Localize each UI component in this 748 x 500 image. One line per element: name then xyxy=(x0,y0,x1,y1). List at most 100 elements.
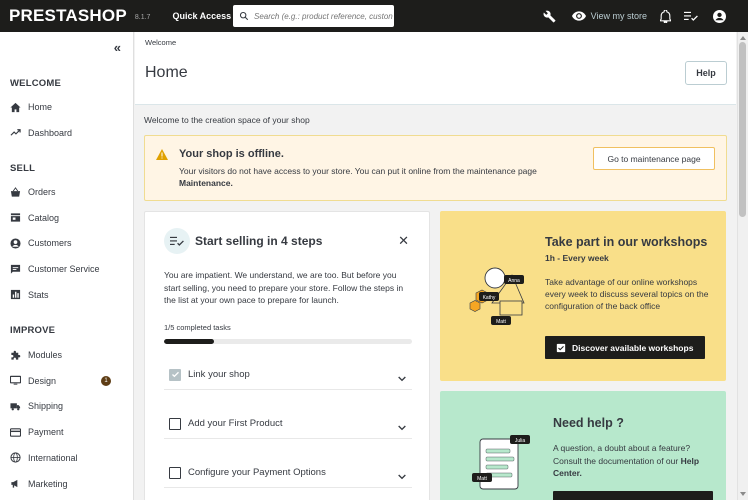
progress-bar-fill xyxy=(164,339,214,344)
account-circle-icon xyxy=(10,238,21,249)
chevron-down-icon[interactable] xyxy=(398,371,406,385)
globe-icon xyxy=(10,452,21,463)
scroll-down-arrow-icon[interactable] xyxy=(739,490,746,497)
basket-icon xyxy=(10,186,21,198)
search-box[interactable] xyxy=(233,5,394,27)
help-card-description: A question, a doubt about a feature? Con… xyxy=(553,442,713,480)
chevron-down-icon[interactable] xyxy=(398,420,406,434)
search-icon xyxy=(239,11,249,21)
help-illustration: Julia Matt xyxy=(472,435,530,490)
sidebar-item-label: Customer Service xyxy=(28,264,100,275)
sidebar-item-orders[interactable]: Orders xyxy=(10,183,130,201)
sidebar-item-label: Catalog xyxy=(28,212,60,223)
page-header: Welcome Home Help xyxy=(135,32,736,105)
need-help-card: Julia Matt Need help ? A question, a dou… xyxy=(440,391,726,500)
wrench-icon[interactable] xyxy=(543,10,556,23)
steps-title: Start selling in 4 steps xyxy=(195,234,323,248)
quick-access-menu[interactable]: Quick Access xyxy=(172,11,242,21)
sidebar-item-stats[interactable]: Stats xyxy=(10,286,130,304)
welcome-text: Welcome to the creation space of your sh… xyxy=(144,115,310,125)
discover-workshops-label: Discover available workshops xyxy=(572,342,694,353)
sidebar-item-label: Home xyxy=(28,102,53,112)
quick-access-label: Quick Access xyxy=(172,11,232,21)
go-to-maintenance-button[interactable]: Go to maintenance page xyxy=(593,147,715,170)
task-item[interactable]: Link your shop xyxy=(164,360,412,390)
sidebar-item-label: International xyxy=(28,452,78,463)
workshop-subtitle: 1h - Every week xyxy=(545,253,609,263)
sidebar-item-dashboard[interactable]: Dashboard xyxy=(10,124,130,142)
home-icon xyxy=(10,102,21,113)
workshop-illustration: Anna Kathy Matt xyxy=(469,267,525,325)
sidebar-item-design[interactable]: Design xyxy=(10,372,130,390)
megaphone-icon xyxy=(10,478,21,489)
help-button[interactable]: Help xyxy=(685,61,727,85)
sidebar-item-label: Customers xyxy=(28,238,72,249)
sidebar-item-international[interactable]: International xyxy=(10,449,130,467)
checklist-icon[interactable] xyxy=(684,11,698,22)
sidebar-item-customers[interactable]: Customers xyxy=(10,234,130,252)
steps-description: You are impatient. We understand, we are… xyxy=(164,270,404,305)
breadcrumb[interactable]: Welcome xyxy=(145,38,176,47)
discover-workshops-button[interactable]: Discover available workshops xyxy=(545,336,705,359)
sidebar-item-label: Orders xyxy=(28,187,56,197)
task-item[interactable]: Configure your Payment Options xyxy=(164,458,412,488)
desktop-icon xyxy=(10,375,21,386)
truck-icon xyxy=(10,401,21,412)
help-card-title: Need help ? xyxy=(553,416,624,430)
prestashop-logo[interactable]: PRESTASHOP xyxy=(9,6,127,26)
sidebar-item-label: Shipping xyxy=(28,401,64,412)
sidebar-item-customer-service[interactable]: Customer Service xyxy=(10,260,130,278)
sidebar-item-payment[interactable]: Payment xyxy=(10,423,130,441)
version-label: 8.1.7 xyxy=(134,13,151,21)
calendar-check-icon xyxy=(556,343,566,352)
scroll-up-arrow-icon[interactable] xyxy=(739,34,746,41)
alert-message: Your visitors do not have access to your… xyxy=(179,166,537,176)
sidebar-item-label: Dashboard xyxy=(28,127,73,138)
chevron-down-icon[interactable] xyxy=(398,469,406,483)
task-label: Add your First Product xyxy=(188,418,283,429)
view-store-link[interactable]: View my store xyxy=(571,11,647,21)
help-center-button[interactable] xyxy=(553,491,713,500)
eye-icon xyxy=(571,11,586,21)
chat-icon xyxy=(10,264,21,275)
bar-chart-icon xyxy=(10,289,21,300)
workshop-description: Take advantage of our online workshops e… xyxy=(545,277,709,311)
maintenance-link-text[interactable]: Maintenance. xyxy=(179,178,233,188)
shop-offline-alert: Your shop is offline. Your visitors do n… xyxy=(144,135,727,201)
trending-up-icon xyxy=(10,127,21,138)
collapse-sidebar-icon[interactable]: « xyxy=(114,40,121,55)
close-icon[interactable]: ✕ xyxy=(398,233,409,249)
store-icon xyxy=(10,212,21,223)
sidebar-item-modules[interactable]: Modules xyxy=(10,346,130,364)
alert-title: Your shop is offline. xyxy=(179,148,284,160)
sidebar-item-label: Design xyxy=(28,375,57,386)
warning-icon xyxy=(156,149,168,160)
sidebar-item-home[interactable]: Home xyxy=(10,98,130,116)
sidebar-section-sell: SELL xyxy=(10,163,36,174)
sidebar-item-label: Payment xyxy=(28,427,64,438)
notification-badge: 1 xyxy=(101,375,111,386)
task-checkbox[interactable] xyxy=(169,466,181,479)
sidebar-item-label: Stats xyxy=(28,289,49,300)
sidebar-item-label: Modules xyxy=(28,350,63,360)
account-icon[interactable] xyxy=(713,9,726,23)
illus-name-julia: Julia xyxy=(515,438,526,444)
task-checkbox[interactable] xyxy=(169,417,181,430)
view-store-label: View my store xyxy=(590,11,647,21)
sidebar-item-shipping[interactable]: Shipping xyxy=(10,397,130,415)
workshop-card: Anna Kathy Matt Take part in our worksho… xyxy=(440,211,726,381)
scrollbar-thumb[interactable] xyxy=(739,42,746,217)
bell-icon[interactable] xyxy=(660,9,671,23)
task-checkbox[interactable] xyxy=(169,368,181,381)
sidebar-item-catalog[interactable]: Catalog xyxy=(10,209,130,227)
page-title: Home xyxy=(145,64,188,81)
search-input[interactable] xyxy=(254,11,394,21)
sidebar-item-marketing[interactable]: Marketing xyxy=(10,475,130,493)
progress-bar xyxy=(164,339,412,344)
onboarding-steps-card: Start selling in 4 steps ✕ You are impat… xyxy=(144,211,430,500)
sidebar-section-improve: IMPROVE xyxy=(10,325,56,336)
illus-name-matt-help: Matt xyxy=(477,476,487,482)
task-item[interactable]: Add your First Product xyxy=(164,409,412,439)
top-header: PRESTASHOP 8.1.7 Quick Access View my st… xyxy=(0,0,748,32)
help-card-text: A question, a doubt about a feature? Con… xyxy=(553,443,691,466)
